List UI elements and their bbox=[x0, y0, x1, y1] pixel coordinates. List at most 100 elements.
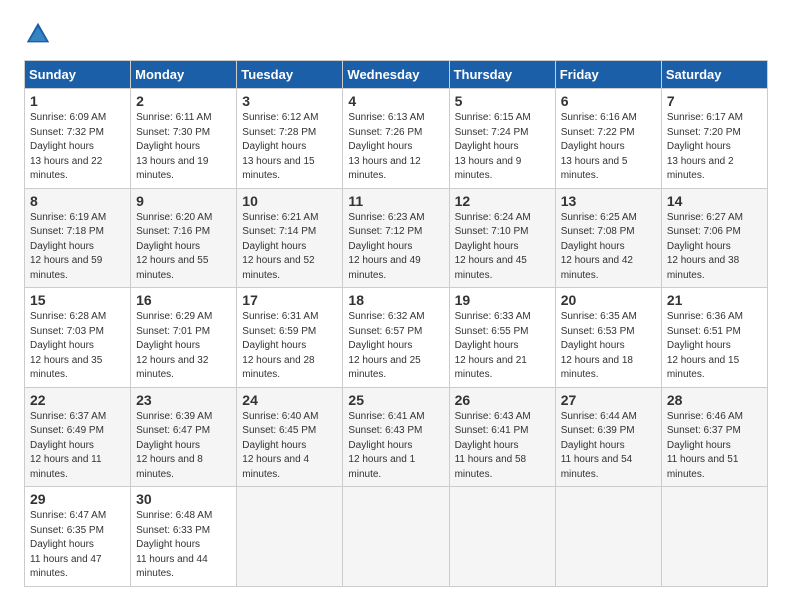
day-info: Sunrise: 6:47 AMSunset: 6:35 PMDaylight … bbox=[30, 510, 106, 579]
day-number: 26 bbox=[455, 392, 550, 408]
day-number: 29 bbox=[30, 491, 125, 507]
day-info: Sunrise: 6:36 AMSunset: 6:51 PMDaylight … bbox=[667, 311, 743, 380]
calendar-cell: 8 Sunrise: 6:19 AMSunset: 7:18 PMDayligh… bbox=[25, 188, 131, 288]
calendar-cell: 12 Sunrise: 6:24 AMSunset: 7:10 PMDaylig… bbox=[449, 188, 555, 288]
day-number: 8 bbox=[30, 193, 125, 209]
calendar-cell: 14 Sunrise: 6:27 AMSunset: 7:06 PMDaylig… bbox=[661, 188, 767, 288]
calendar-cell: 15 Sunrise: 6:28 AMSunset: 7:03 PMDaylig… bbox=[25, 288, 131, 388]
calendar-cell bbox=[661, 487, 767, 587]
calendar-cell: 30 Sunrise: 6:48 AMSunset: 6:33 PMDaylig… bbox=[131, 487, 237, 587]
calendar-table: SundayMondayTuesdayWednesdayThursdayFrid… bbox=[24, 60, 768, 587]
day-info: Sunrise: 6:25 AMSunset: 7:08 PMDaylight … bbox=[561, 212, 637, 281]
calendar-cell: 2 Sunrise: 6:11 AMSunset: 7:30 PMDayligh… bbox=[131, 89, 237, 189]
day-info: Sunrise: 6:31 AMSunset: 6:59 PMDaylight … bbox=[242, 311, 318, 380]
calendar-cell: 28 Sunrise: 6:46 AMSunset: 6:37 PMDaylig… bbox=[661, 387, 767, 487]
calendar-cell: 16 Sunrise: 6:29 AMSunset: 7:01 PMDaylig… bbox=[131, 288, 237, 388]
day-info: Sunrise: 6:13 AMSunset: 7:26 PMDaylight … bbox=[348, 112, 424, 181]
page: SundayMondayTuesdayWednesdayThursdayFrid… bbox=[0, 0, 792, 597]
calendar-cell: 13 Sunrise: 6:25 AMSunset: 7:08 PMDaylig… bbox=[555, 188, 661, 288]
day-number: 2 bbox=[136, 93, 231, 109]
day-number: 4 bbox=[348, 93, 443, 109]
day-info: Sunrise: 6:20 AMSunset: 7:16 PMDaylight … bbox=[136, 212, 212, 281]
calendar-header-cell: Sunday bbox=[25, 61, 131, 89]
day-info: Sunrise: 6:35 AMSunset: 6:53 PMDaylight … bbox=[561, 311, 637, 380]
day-number: 7 bbox=[667, 93, 762, 109]
day-info: Sunrise: 6:09 AMSunset: 7:32 PMDaylight … bbox=[30, 112, 106, 181]
calendar-cell: 27 Sunrise: 6:44 AMSunset: 6:39 PMDaylig… bbox=[555, 387, 661, 487]
calendar-cell: 4 Sunrise: 6:13 AMSunset: 7:26 PMDayligh… bbox=[343, 89, 449, 189]
day-info: Sunrise: 6:11 AMSunset: 7:30 PMDaylight … bbox=[136, 112, 211, 181]
calendar-cell: 18 Sunrise: 6:32 AMSunset: 6:57 PMDaylig… bbox=[343, 288, 449, 388]
day-number: 28 bbox=[667, 392, 762, 408]
calendar-week-row: 29 Sunrise: 6:47 AMSunset: 6:35 PMDaylig… bbox=[25, 487, 768, 587]
calendar-week-row: 15 Sunrise: 6:28 AMSunset: 7:03 PMDaylig… bbox=[25, 288, 768, 388]
day-info: Sunrise: 6:12 AMSunset: 7:28 PMDaylight … bbox=[242, 112, 318, 181]
calendar-cell bbox=[555, 487, 661, 587]
logo-icon bbox=[24, 20, 52, 48]
day-number: 9 bbox=[136, 193, 231, 209]
calendar-week-row: 1 Sunrise: 6:09 AMSunset: 7:32 PMDayligh… bbox=[25, 89, 768, 189]
day-number: 17 bbox=[242, 292, 337, 308]
calendar-header-row: SundayMondayTuesdayWednesdayThursdayFrid… bbox=[25, 61, 768, 89]
calendar-header-cell: Friday bbox=[555, 61, 661, 89]
day-number: 11 bbox=[348, 193, 443, 209]
day-info: Sunrise: 6:43 AMSunset: 6:41 PMDaylight … bbox=[455, 411, 531, 480]
calendar-cell: 20 Sunrise: 6:35 AMSunset: 6:53 PMDaylig… bbox=[555, 288, 661, 388]
calendar-header-cell: Saturday bbox=[661, 61, 767, 89]
calendar-cell: 11 Sunrise: 6:23 AMSunset: 7:12 PMDaylig… bbox=[343, 188, 449, 288]
day-number: 22 bbox=[30, 392, 125, 408]
calendar-cell: 19 Sunrise: 6:33 AMSunset: 6:55 PMDaylig… bbox=[449, 288, 555, 388]
day-number: 24 bbox=[242, 392, 337, 408]
day-info: Sunrise: 6:46 AMSunset: 6:37 PMDaylight … bbox=[667, 411, 743, 480]
calendar-week-row: 8 Sunrise: 6:19 AMSunset: 7:18 PMDayligh… bbox=[25, 188, 768, 288]
day-info: Sunrise: 6:33 AMSunset: 6:55 PMDaylight … bbox=[455, 311, 531, 380]
header bbox=[24, 20, 768, 48]
day-number: 15 bbox=[30, 292, 125, 308]
day-info: Sunrise: 6:21 AMSunset: 7:14 PMDaylight … bbox=[242, 212, 318, 281]
day-info: Sunrise: 6:44 AMSunset: 6:39 PMDaylight … bbox=[561, 411, 637, 480]
day-info: Sunrise: 6:23 AMSunset: 7:12 PMDaylight … bbox=[348, 212, 424, 281]
calendar-header-cell: Thursday bbox=[449, 61, 555, 89]
calendar-cell: 3 Sunrise: 6:12 AMSunset: 7:28 PMDayligh… bbox=[237, 89, 343, 189]
calendar-cell: 23 Sunrise: 6:39 AMSunset: 6:47 PMDaylig… bbox=[131, 387, 237, 487]
day-info: Sunrise: 6:40 AMSunset: 6:45 PMDaylight … bbox=[242, 411, 318, 480]
calendar-cell: 25 Sunrise: 6:41 AMSunset: 6:43 PMDaylig… bbox=[343, 387, 449, 487]
day-info: Sunrise: 6:27 AMSunset: 7:06 PMDaylight … bbox=[667, 212, 743, 281]
day-info: Sunrise: 6:28 AMSunset: 7:03 PMDaylight … bbox=[30, 311, 106, 380]
calendar-cell: 21 Sunrise: 6:36 AMSunset: 6:51 PMDaylig… bbox=[661, 288, 767, 388]
day-info: Sunrise: 6:32 AMSunset: 6:57 PMDaylight … bbox=[348, 311, 424, 380]
day-info: Sunrise: 6:16 AMSunset: 7:22 PMDaylight … bbox=[561, 112, 637, 181]
day-number: 21 bbox=[667, 292, 762, 308]
calendar-cell bbox=[449, 487, 555, 587]
day-info: Sunrise: 6:17 AMSunset: 7:20 PMDaylight … bbox=[667, 112, 743, 181]
day-info: Sunrise: 6:24 AMSunset: 7:10 PMDaylight … bbox=[455, 212, 531, 281]
calendar-header-cell: Monday bbox=[131, 61, 237, 89]
day-number: 16 bbox=[136, 292, 231, 308]
day-number: 13 bbox=[561, 193, 656, 209]
day-number: 27 bbox=[561, 392, 656, 408]
calendar-header-cell: Tuesday bbox=[237, 61, 343, 89]
day-number: 14 bbox=[667, 193, 762, 209]
day-number: 23 bbox=[136, 392, 231, 408]
day-number: 5 bbox=[455, 93, 550, 109]
day-number: 18 bbox=[348, 292, 443, 308]
day-number: 30 bbox=[136, 491, 231, 507]
calendar-cell: 5 Sunrise: 6:15 AMSunset: 7:24 PMDayligh… bbox=[449, 89, 555, 189]
calendar-header-cell: Wednesday bbox=[343, 61, 449, 89]
day-number: 25 bbox=[348, 392, 443, 408]
day-number: 3 bbox=[242, 93, 337, 109]
day-number: 6 bbox=[561, 93, 656, 109]
day-info: Sunrise: 6:48 AMSunset: 6:33 PMDaylight … bbox=[136, 510, 212, 579]
calendar-cell: 29 Sunrise: 6:47 AMSunset: 6:35 PMDaylig… bbox=[25, 487, 131, 587]
day-info: Sunrise: 6:37 AMSunset: 6:49 PMDaylight … bbox=[30, 411, 106, 480]
day-info: Sunrise: 6:39 AMSunset: 6:47 PMDaylight … bbox=[136, 411, 212, 480]
day-number: 12 bbox=[455, 193, 550, 209]
calendar-cell: 10 Sunrise: 6:21 AMSunset: 7:14 PMDaylig… bbox=[237, 188, 343, 288]
day-info: Sunrise: 6:15 AMSunset: 7:24 PMDaylight … bbox=[455, 112, 531, 181]
day-number: 19 bbox=[455, 292, 550, 308]
calendar-cell: 6 Sunrise: 6:16 AMSunset: 7:22 PMDayligh… bbox=[555, 89, 661, 189]
calendar-cell: 22 Sunrise: 6:37 AMSunset: 6:49 PMDaylig… bbox=[25, 387, 131, 487]
calendar-week-row: 22 Sunrise: 6:37 AMSunset: 6:49 PMDaylig… bbox=[25, 387, 768, 487]
calendar-cell: 24 Sunrise: 6:40 AMSunset: 6:45 PMDaylig… bbox=[237, 387, 343, 487]
logo bbox=[24, 20, 56, 48]
